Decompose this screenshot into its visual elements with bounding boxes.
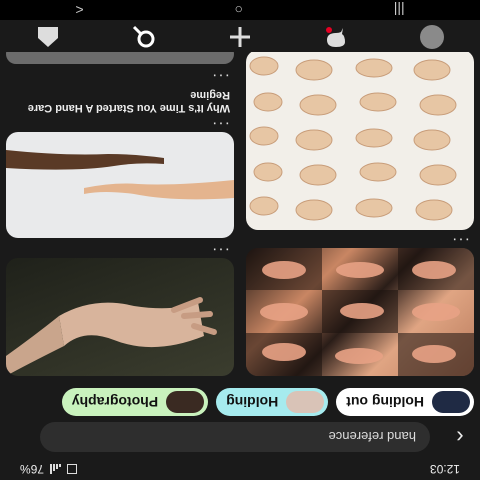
more-options-icon[interactable]: ··· <box>211 114 230 132</box>
pin-image <box>6 297 217 376</box>
suggestion-chips: Holding out Holding Photography <box>0 380 480 416</box>
notification-icon <box>67 464 78 474</box>
messages-icon[interactable] <box>323 24 349 50</box>
recents-button[interactable]: ||| <box>394 2 405 18</box>
chip-label: Photography <box>71 394 159 410</box>
chip-thumbnail <box>166 391 205 413</box>
chip-label: Holding <box>226 394 279 410</box>
chip-thumbnail <box>286 391 325 413</box>
pin-image <box>249 56 457 221</box>
chip-photography[interactable]: Photography <box>61 388 209 416</box>
profile-icon[interactable] <box>419 24 445 50</box>
more-options-icon[interactable]: ··· <box>211 66 230 84</box>
clock: 12:03 <box>429 462 460 476</box>
chip-thumbnail <box>432 391 470 413</box>
pin-hand-bw-photo[interactable] <box>6 52 234 64</box>
chip-holding[interactable]: Holding <box>216 388 329 416</box>
search-query: hand reference <box>328 429 416 445</box>
pin-two-hands-touching[interactable] <box>6 132 234 238</box>
home-button[interactable]: ○ <box>234 2 242 18</box>
chip-label: Holding out <box>346 394 424 410</box>
pin-image <box>246 248 474 376</box>
signal-icon <box>50 464 62 474</box>
search-icon[interactable] <box>131 24 157 50</box>
system-nav-bar: ||| ○ < <box>0 0 480 20</box>
search-input[interactable]: hand reference <box>40 422 430 452</box>
pin-hand-grid-photos[interactable] <box>246 248 474 376</box>
more-options-icon[interactable]: ··· <box>211 240 230 258</box>
chevron-left-icon[interactable]: ‹ <box>440 425 480 450</box>
back-button[interactable]: < <box>75 2 83 18</box>
screen: 12:03 76% ‹ hand reference Holding out H… <box>0 0 480 480</box>
chip-holding-out[interactable]: Holding out <box>336 388 474 416</box>
pin-hand-reaching[interactable] <box>6 258 234 376</box>
status-bar: 12:03 76% <box>0 458 480 480</box>
pin-grid: ··· ··· ··· Why It's Time You Started A … <box>0 52 480 376</box>
search-row: ‹ hand reference <box>0 420 480 454</box>
home-icon[interactable] <box>35 24 61 50</box>
pin-hand-sketches[interactable] <box>246 52 474 230</box>
add-icon[interactable] <box>227 24 253 50</box>
battery-level: 76% <box>20 462 45 476</box>
more-options-icon[interactable]: ··· <box>451 230 470 248</box>
pin-image <box>6 150 234 200</box>
pin-title[interactable]: Why It's Time You Started A Hand Care Re… <box>10 88 230 114</box>
bottom-nav <box>0 22 480 52</box>
